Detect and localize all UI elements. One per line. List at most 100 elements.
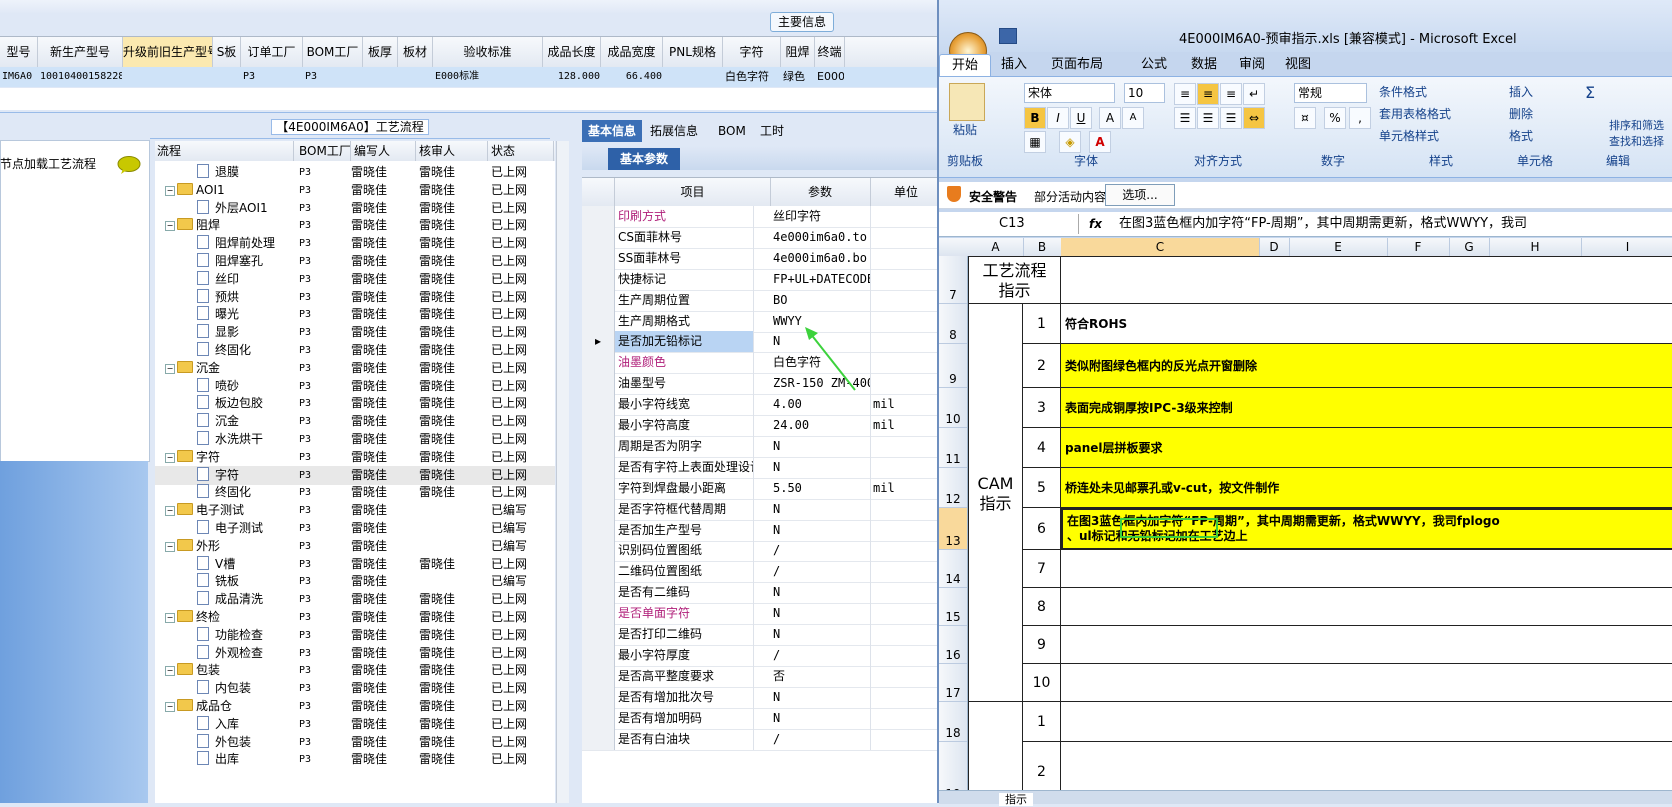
tree-row[interactable]: V槽 P3 雷晓佳 雷晓佳 已上网 xyxy=(155,555,555,574)
info-value[interactable]: 4.00 xyxy=(770,394,871,416)
info-row[interactable]: 生产周期位置 BO xyxy=(582,289,942,312)
item-text-cell[interactable]: panel层拼板要求 xyxy=(1061,428,1672,468)
tree-row[interactable]: 喷砂 P3 雷晓佳 雷晓佳 已上网 xyxy=(155,377,555,396)
options-button[interactable]: 选项... xyxy=(1105,184,1175,206)
info-row[interactable]: 印刷方式 丝印字符 xyxy=(582,206,942,228)
row-header-10[interactable]: 10 xyxy=(939,388,967,428)
info-value[interactable]: N xyxy=(770,456,871,478)
ribbon-tab-1[interactable]: 插入 xyxy=(989,54,1039,76)
item-number-cell[interactable]: 9 xyxy=(1023,626,1061,664)
info-value[interactable]: 否 xyxy=(770,665,871,687)
align-middle-icon[interactable]: ≡ xyxy=(1197,83,1219,105)
tree-node[interactable]: 丝印 xyxy=(155,270,295,289)
column-header-F[interactable]: F xyxy=(1387,238,1450,256)
column-header-H[interactable]: H xyxy=(1489,238,1582,256)
top-header-10[interactable]: 成品宽度 xyxy=(601,37,663,67)
tree-row[interactable]: − AOI1 P3 雷晓佳 雷晓佳 已上网 xyxy=(155,181,555,200)
top-header-8[interactable]: 验收标准 xyxy=(433,37,543,67)
info-row[interactable]: 快捷标记 FP+UL+DATECODE xyxy=(582,268,942,291)
tree-row[interactable]: 铣板 P3 雷晓佳 已编写 xyxy=(155,572,555,591)
comma-icon[interactable]: , xyxy=(1349,107,1371,129)
info-tab-2[interactable]: BOM xyxy=(712,120,752,142)
align-left-icon[interactable]: ☰ xyxy=(1174,107,1196,129)
tree-node[interactable]: 铣板 xyxy=(155,572,295,591)
info-value[interactable]: / xyxy=(770,561,871,583)
tree-node[interactable]: 外层AOI1 xyxy=(155,199,295,218)
chat-bubble-icon[interactable] xyxy=(117,156,141,174)
tree-row[interactable]: 功能检查 P3 雷晓佳 雷晓佳 已上网 xyxy=(155,626,555,645)
item-text-cell[interactable]: 符合ROHS xyxy=(1061,304,1672,344)
sheet-tab-active[interactable]: 指示 xyxy=(999,793,1033,806)
tree-header-3[interactable]: 核审人 xyxy=(419,141,488,161)
top-header-3[interactable]: S板 xyxy=(213,37,241,67)
item-number-cell[interactable]: 7 xyxy=(1023,550,1061,588)
tree-row[interactable]: 终固化 P3 雷晓佳 雷晓佳 已上网 xyxy=(155,483,555,502)
item-number-cell[interactable]: 3 xyxy=(1023,388,1061,428)
tree-row[interactable]: 显影 P3 雷晓佳 雷晓佳 已上网 xyxy=(155,323,555,342)
info-header-0[interactable]: 项目 xyxy=(615,178,771,206)
tree-toggle-icon[interactable]: − xyxy=(165,613,175,623)
item-text-cell[interactable] xyxy=(1061,702,1672,742)
tree-node[interactable]: 终固化 xyxy=(155,483,295,502)
info-row[interactable]: CS面菲林号 4e000im6a0.to xyxy=(582,226,942,249)
tree-row[interactable]: 内包装 P3 雷晓佳 雷晓佳 已上网 xyxy=(155,679,555,698)
align-right-icon[interactable]: ☰ xyxy=(1220,107,1242,129)
info-row[interactable]: 油墨颜色 白色字符 xyxy=(582,352,942,375)
tree-toggle-icon[interactable]: − xyxy=(165,541,175,552)
item-text-cell[interactable] xyxy=(1061,664,1672,702)
tree-node[interactable]: V槽 xyxy=(155,555,295,574)
info-row[interactable]: 周期是否为阴字 N xyxy=(582,435,942,458)
tree-row[interactable]: 出库 P3 雷晓佳 雷晓佳 已上网 xyxy=(155,750,555,769)
ribbon-tab-4[interactable]: 数据 xyxy=(1179,54,1229,76)
tree-node[interactable]: − 包装 xyxy=(155,661,295,680)
merge-center-icon[interactable]: ⇔ xyxy=(1243,107,1265,129)
tree-header-2[interactable]: 编写人 xyxy=(354,141,416,161)
top-header-13[interactable]: 阻焊 xyxy=(781,37,815,67)
info-value[interactable]: N xyxy=(770,624,871,645)
tree-node[interactable]: − 沉金 xyxy=(155,359,295,378)
info-row[interactable]: 是否高平整度要求否 xyxy=(582,665,942,688)
top-header-14[interactable]: 终端 xyxy=(815,37,845,67)
top-header-1[interactable]: 新生产型号 xyxy=(38,37,123,67)
tree-row[interactable]: 电子测试 P3 雷晓佳 已编写 xyxy=(155,519,555,538)
column-header-A[interactable]: A xyxy=(968,238,1024,256)
process-header-cell[interactable]: 工艺流程 指示 xyxy=(968,256,1061,304)
tree-node[interactable]: 终固化 xyxy=(155,341,295,360)
tree-row[interactable]: 预烘 P3 雷晓佳 雷晓佳 已上网 xyxy=(155,288,555,307)
item-number-cell[interactable]: 2 xyxy=(1023,344,1061,388)
top-header-0[interactable]: 型号 xyxy=(0,37,38,67)
tree-node[interactable]: 显影 xyxy=(155,323,295,342)
tree-toggle-icon[interactable]: − xyxy=(165,702,175,712)
info-value[interactable]: 24.00 xyxy=(770,415,871,436)
top-grid-row[interactable]: IM6A0 10010400158228 P3 P3 E000标准 128.000 66.4… xyxy=(0,67,940,87)
tree-row[interactable]: 字符 P3 雷晓佳 雷晓佳 已上网 xyxy=(155,465,555,485)
paste-button[interactable]: 粘贴 xyxy=(953,121,977,138)
info-row[interactable]: 是否单面字符 N xyxy=(582,603,942,626)
tree-row[interactable]: 终固化 P3 雷晓佳 雷晓佳 已上网 xyxy=(155,341,555,360)
table-format-button[interactable]: 套用表格格式 xyxy=(1379,105,1451,122)
find-select-button[interactable]: 查找和选择 xyxy=(1609,133,1664,149)
column-header-G[interactable]: G xyxy=(1449,238,1490,256)
tree-node[interactable]: 沉金 xyxy=(155,412,295,431)
tree-row[interactable]: − 阻焊 P3 雷晓佳 雷晓佳 已上网 xyxy=(155,216,555,235)
tree-toggle-icon[interactable]: − xyxy=(165,185,175,196)
info-value[interactable]: / xyxy=(770,540,871,562)
info-row[interactable]: 最小字符高度 24.00 mil xyxy=(582,415,942,437)
info-value[interactable]: N xyxy=(770,435,871,457)
info-row[interactable]: 是否有白油块 / xyxy=(582,728,942,751)
info-header-2[interactable]: 单位 xyxy=(870,178,943,206)
tree-node[interactable]: − 电子测试 xyxy=(155,501,295,520)
tree-row[interactable]: 成品清洗 P3 雷晓佳 雷晓佳 已上网 xyxy=(155,590,555,609)
tree-node[interactable]: 退膜 xyxy=(155,163,295,182)
info-row[interactable]: 是否有字符上表面处理设计 N xyxy=(582,456,942,479)
row-header-8[interactable]: 8 xyxy=(939,304,967,344)
tree-row[interactable]: − 电子测试 P3 雷晓佳 已编写 xyxy=(155,501,555,520)
ribbon-tab-0[interactable]: 开始 xyxy=(939,54,992,77)
tree-node[interactable]: − 终检 xyxy=(155,608,295,627)
tree-header-1[interactable]: BOM工厂 xyxy=(299,141,351,161)
top-header-9[interactable]: 成品长度 xyxy=(543,37,601,67)
item-number-cell[interactable]: 1 xyxy=(1023,304,1061,344)
tree-row[interactable]: 曝光 P3 雷晓佳 雷晓佳 已上网 xyxy=(155,305,555,324)
tree-node[interactable]: 字符 xyxy=(155,466,295,485)
tree-row[interactable]: − 包装 P3 雷晓佳 雷晓佳 已上网 xyxy=(155,661,555,680)
